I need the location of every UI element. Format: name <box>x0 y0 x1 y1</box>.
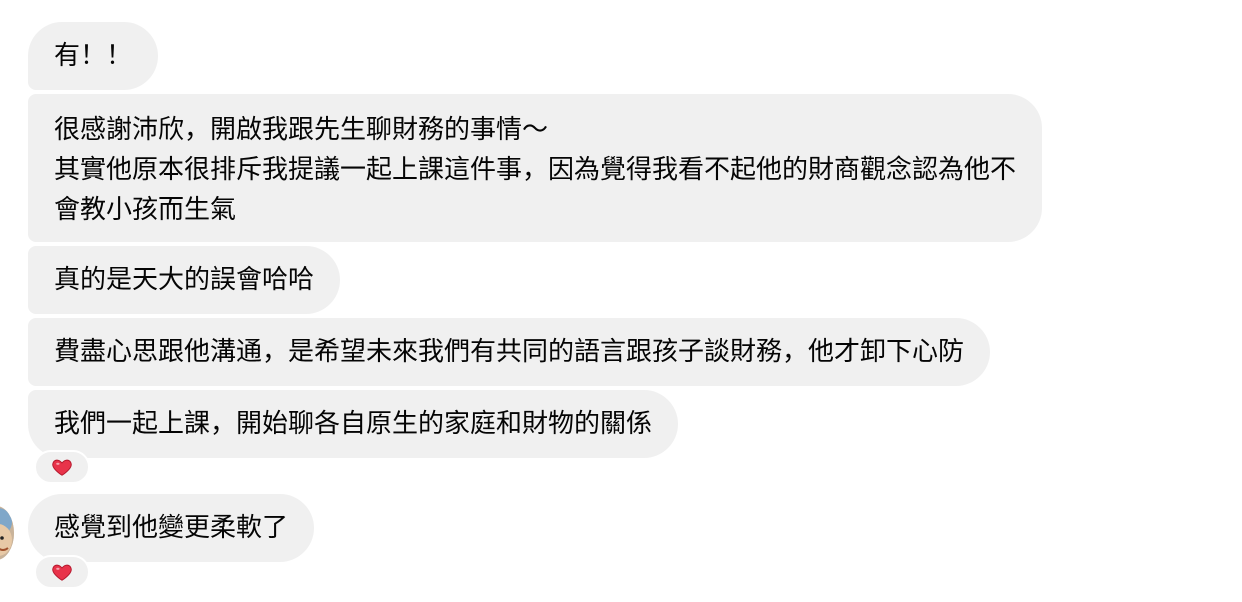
message-bubble[interactable]: 有！！ <box>28 22 159 90</box>
message-text: 真的是天大的誤會哈哈 <box>54 265 315 295</box>
avatar[interactable] <box>0 506 14 560</box>
message-bubble[interactable]: 費盡心思跟他溝通，是希望未來我們有共同的語言跟孩子談財務，他才卸下心防 <box>28 318 991 386</box>
chat-thread: 有！！ 很感謝沛欣，開啟我跟先生聊財務的事情～ 其實他原本很排斥我提議一起上課這… <box>0 0 1242 602</box>
message-text: 感覺到他變更柔軟了 <box>54 513 289 543</box>
message-bubble[interactable]: 真的是天大的誤會哈哈 <box>28 246 341 314</box>
heart-icon <box>52 564 72 581</box>
message-bubble[interactable]: 我們一起上課，開始聊各自原生的家庭和財物的關係 <box>28 390 679 458</box>
message-text: 我們一起上課，開始聊各自原生的家庭和財物的關係 <box>54 409 653 439</box>
message-text: 費盡心思跟他溝通，是希望未來我們有共同的語言跟孩子談財務，他才卸下心防 <box>54 337 965 367</box>
message-bubble[interactable]: 感覺到他變更柔軟了 <box>28 494 315 562</box>
reaction-badge[interactable] <box>34 450 90 484</box>
message-text: 會教小孩而生氣 <box>54 195 237 225</box>
message-text: 其實他原本很排斥我提議一起上課這件事，因為覺得我看不起他的財商觀念認為他不 <box>54 155 1017 185</box>
message-bubble[interactable]: 很感謝沛欣，開啟我跟先生聊財務的事情～ 其實他原本很排斥我提議一起上課這件事，因… <box>28 94 1043 242</box>
heart-icon <box>52 459 72 476</box>
reaction-badge[interactable] <box>34 555 90 589</box>
message-text: 有！！ <box>54 41 133 71</box>
message-text: 很感謝沛欣，開啟我跟先生聊財務的事情～ <box>54 115 549 145</box>
